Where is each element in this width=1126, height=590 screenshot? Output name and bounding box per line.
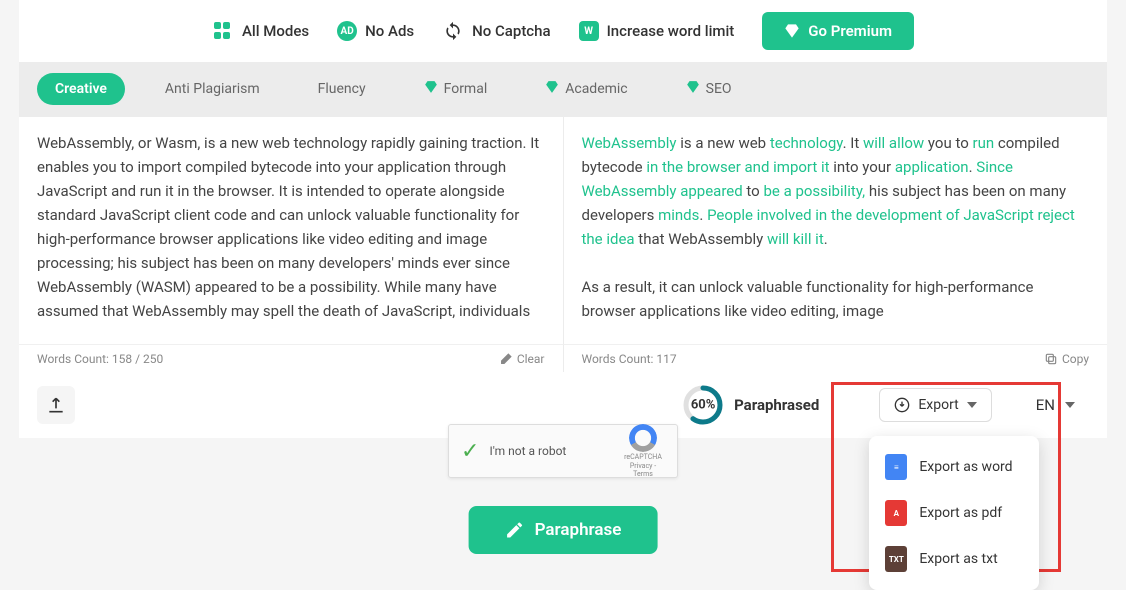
export-area: Export ≡ Export as word A Export as pdf … — [879, 388, 991, 422]
recaptcha-label: I'm not a robot — [489, 444, 611, 458]
tab-academic[interactable]: Academic — [527, 72, 645, 106]
app-container: All Modes AD No Ads No Captcha W Increas… — [19, 0, 1107, 438]
top-bar: All Modes AD No Ads No Captcha W Increas… — [19, 0, 1107, 62]
go-premium-button[interactable]: Go Premium — [762, 12, 914, 50]
tab-creative[interactable]: Creative — [37, 73, 125, 105]
input-footer: Words Count: 158 / 250 Clear — [19, 344, 564, 372]
tab-formal[interactable]: Formal — [406, 72, 506, 106]
pen-icon — [505, 520, 525, 540]
no-captcha-item: No Captcha — [442, 20, 550, 42]
tab-fluency[interactable]: Fluency — [300, 73, 384, 105]
input-word-count: Words Count: 158 / 250 — [37, 352, 163, 366]
clear-button[interactable]: Clear — [499, 352, 545, 366]
diamond-icon — [424, 80, 438, 98]
export-word-item[interactable]: ≡ Export as word — [869, 444, 1039, 490]
upload-button[interactable] — [37, 386, 75, 424]
no-ads-label: No Ads — [365, 22, 414, 40]
mode-tabs: Creative Anti Plagiarism Fluency Formal … — [19, 62, 1107, 116]
export-button[interactable]: Export — [879, 388, 991, 422]
pane-footer: Words Count: 158 / 250 Clear Words Count… — [19, 344, 1107, 372]
check-icon: ✓ — [461, 439, 479, 464]
diamond-icon — [784, 23, 800, 39]
download-icon — [894, 397, 910, 413]
recaptcha-widget[interactable]: ✓ I'm not a robot reCAPTCHA Privacy - Te… — [448, 424, 678, 478]
diamond-icon — [686, 80, 700, 98]
progress-indicator: 60% — [682, 384, 724, 426]
copy-icon — [1044, 352, 1058, 366]
word-limit-label: Increase word limit — [607, 22, 735, 40]
no-ads-item: AD No Ads — [337, 21, 414, 41]
progress-text: 60% — [691, 398, 716, 413]
output-paragraph-1: WebAssembly is a new web technology. It … — [582, 131, 1090, 251]
no-ads-icon: AD — [337, 21, 357, 41]
copy-button[interactable]: Copy — [1044, 352, 1089, 366]
eraser-icon — [499, 352, 513, 366]
export-dropdown: ≡ Export as word A Export as pdf TXT Exp… — [869, 436, 1039, 590]
word-limit-icon: W — [579, 21, 599, 41]
pdf-file-icon: A — [885, 500, 907, 526]
paraphrased-label: Paraphrased — [734, 396, 819, 414]
word-file-icon: ≡ — [885, 454, 907, 480]
output-footer: Words Count: 117 Copy — [564, 344, 1108, 372]
premium-label: Go Premium — [808, 22, 892, 40]
input-pane[interactable]: WebAssembly, or Wasm, is a new web techn… — [19, 117, 564, 344]
language-selector[interactable]: EN — [1022, 388, 1089, 422]
paraphrase-button[interactable]: Paraphrase — [469, 506, 658, 554]
chevron-down-icon — [1065, 402, 1075, 408]
export-txt-item[interactable]: TXT Export as txt — [869, 536, 1039, 582]
output-paragraph-2: As a result, it can unlock valuable func… — [582, 275, 1090, 323]
refresh-icon — [442, 20, 464, 42]
recaptcha-badge-icon — [629, 424, 657, 452]
diamond-icon — [545, 80, 559, 98]
upload-icon — [46, 395, 66, 415]
all-modes-label: All Modes — [242, 22, 309, 40]
tab-anti-plagiarism[interactable]: Anti Plagiarism — [147, 73, 278, 105]
input-text: WebAssembly, or Wasm, is a new web techn… — [37, 134, 539, 320]
recaptcha-logo: reCAPTCHA Privacy - Terms — [621, 424, 665, 478]
chevron-down-icon — [967, 402, 977, 408]
txt-file-icon: TXT — [885, 546, 907, 572]
export-pdf-item[interactable]: A Export as pdf — [869, 490, 1039, 536]
no-captcha-label: No Captcha — [472, 22, 550, 40]
tab-seo[interactable]: SEO — [668, 72, 750, 106]
output-pane[interactable]: WebAssembly is a new web technology. It … — [564, 117, 1108, 344]
output-word-count: Words Count: 117 — [582, 352, 677, 366]
all-modes-item[interactable]: All Modes — [212, 20, 309, 42]
editor-panes: WebAssembly, or Wasm, is a new web techn… — [19, 116, 1107, 344]
word-limit-item: W Increase word limit — [579, 21, 735, 41]
grid-icon — [212, 20, 234, 42]
